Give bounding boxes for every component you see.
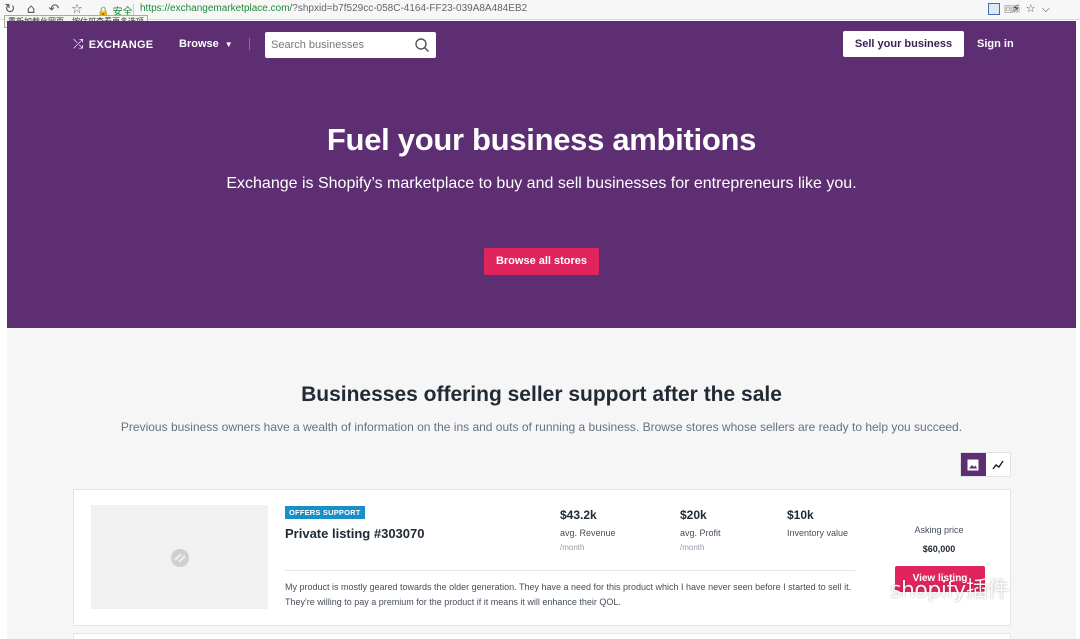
lightning-icon[interactable]: ⚡ [1012, 2, 1020, 16]
search-input[interactable] [271, 37, 411, 53]
toolbar-icons: ⚡ ☆ ⌵ [1012, 2, 1050, 16]
metric-profit: $20k avg. Profit /month [680, 508, 721, 552]
metric-label: avg. Profit [680, 528, 721, 538]
search-box [265, 32, 436, 58]
chart-view-toggle[interactable] [986, 453, 1011, 476]
sign-in-link[interactable]: Sign in [977, 38, 1014, 50]
metric-label: avg. Revenue [560, 528, 616, 538]
metric-value: $20k [680, 508, 707, 522]
browse-label: Browse [179, 38, 219, 50]
hero-title: Fuel your business ambitions [326, 122, 757, 157]
favorite-star-icon[interactable]: ☆ [1026, 2, 1036, 16]
metric-period: /month [560, 543, 585, 552]
metric-value: $10k [787, 508, 814, 522]
exchange-logo[interactable]: ⤮ EXCHANGE [73, 37, 153, 52]
metric-period: /month [680, 543, 705, 552]
browse-all-stores-button[interactable]: Browse all stores [484, 248, 599, 275]
metric-label: Inventory value [787, 528, 849, 538]
section-title: Businesses offering seller support after… [301, 383, 782, 406]
dropdown-chevron-icon[interactable]: ⌵ [1042, 2, 1050, 16]
browser-toolbar: ↻ ⌂ ↶ ☆ 🔒 安全 https://exchangemarketplace… [0, 0, 1080, 28]
profile-icon[interactable] [988, 3, 1000, 15]
card-divider [285, 570, 855, 571]
next-listing-card [73, 633, 1011, 639]
nav-divider [249, 38, 250, 50]
listing-title[interactable]: Private listing #303070 [285, 526, 424, 541]
image-placeholder-icon [171, 549, 189, 567]
browse-menu[interactable]: Browse ▼ [179, 38, 233, 50]
url-path: /?shpxid=b7f529cc-058C-4164-FF23-039A8A4… [289, 3, 528, 14]
hero-banner: Fuel your business ambitions Exchange is… [7, 67, 1076, 328]
metric-revenue: $43.2k avg. Revenue /month [560, 508, 616, 552]
wechat-watermark: shopify插件 [850, 572, 1009, 604]
listing-card[interactable]: OFFERS SUPPORT Private listing #303070 $… [73, 489, 1011, 626]
hero-subtitle: Exchange is Shopify’s marketplace to buy… [226, 175, 857, 192]
grid-view-toggle[interactable] [961, 453, 986, 476]
shuffle-icon: ⤮ [73, 37, 84, 52]
listing-thumbnail[interactable] [91, 505, 268, 609]
caret-down-icon: ▼ [224, 39, 233, 49]
watermark-text: shopify插件 [890, 578, 1009, 603]
offers-support-badge: OFFERS SUPPORT [285, 506, 365, 519]
address-bar[interactable]: https://exchangemarketplace.com/?shpxid=… [140, 3, 527, 14]
metric-inventory: $10k Inventory value [787, 508, 848, 543]
logo-text: EXCHANGE [88, 38, 154, 51]
section-subtitle: Previous business owners have a wealth o… [120, 420, 963, 434]
metric-value: $43.2k [560, 508, 597, 522]
asking-price-value: $60,000 [922, 544, 956, 554]
trend-chart-icon [992, 460, 1004, 469]
search-icon[interactable] [414, 37, 430, 53]
wechat-logo-icon [851, 575, 883, 600]
image-icon [967, 459, 979, 470]
exchange-page: ⤮ EXCHANGE Browse ▼ Sell your business S… [7, 21, 1076, 639]
asking-price-label: Asking price [914, 525, 964, 535]
url-origin: https://exchangemarketplace.com [140, 3, 290, 14]
view-toggle [960, 452, 1011, 477]
top-nav: ⤮ EXCHANGE Browse ▼ Sell your business S… [7, 21, 1076, 67]
listing-description: My product is mostly geared towards the … [285, 582, 852, 607]
sell-your-business-button[interactable]: Sell your business [843, 31, 964, 57]
